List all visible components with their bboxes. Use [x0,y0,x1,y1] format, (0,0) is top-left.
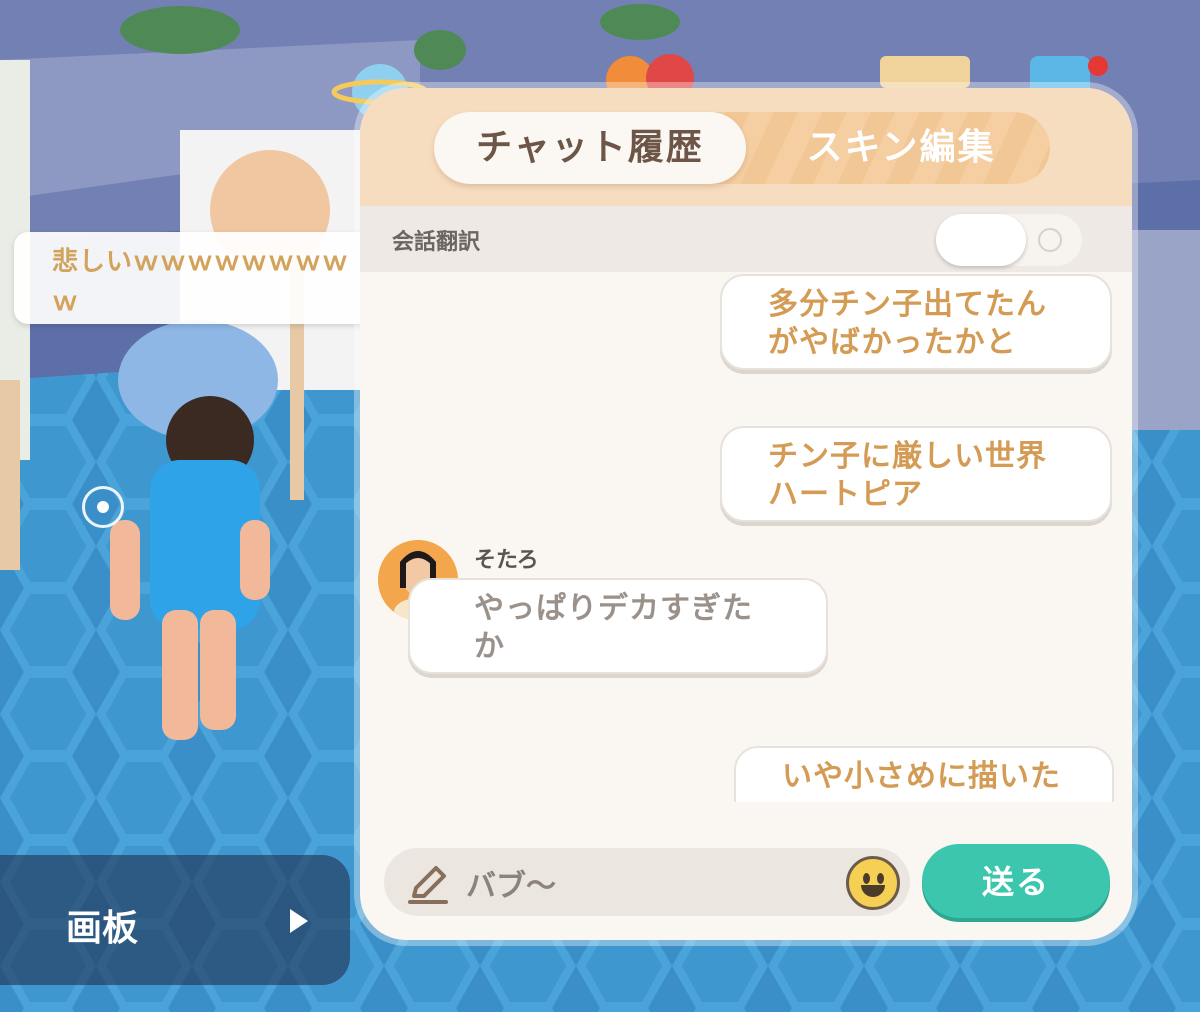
message-text: チン子に厳しい世界 ハートピア [768,439,1047,512]
message-text: やっぱりデカすぎた か [474,591,753,664]
tab-skin-edit[interactable]: スキン編集 [752,112,1050,184]
message-bubble-mine: いや小さめに描いた [734,746,1114,802]
tab-switcher: チャット履歴 スキン編集 [434,112,1050,184]
emoji-icon[interactable] [846,856,900,910]
message-text: いや小さめに描いた [782,759,1061,794]
toggle-knob [936,214,1026,266]
tab-bar: チャット履歴 スキン編集 [360,88,1132,206]
message-text: 多分チン子出てたん がやばかったかと [768,287,1047,360]
chat-panel: チャット履歴 スキン編集 会話翻訳 多分チン子出てたん がやばかったかと チン子… [360,88,1132,940]
message-bubble-mine: チン子に厳しい世界 ハートピア [720,426,1112,522]
canvas-panel-label: 画板 [66,908,139,949]
message-bubble-theirs: やっぱりデカすぎた か [408,578,828,674]
play-arrow-icon [290,909,308,933]
translation-row: 会話翻訳 [360,206,1132,272]
canvas-panel-button[interactable]: 画板 [0,855,350,985]
translation-toggle[interactable] [936,214,1082,266]
pencil-icon [408,866,448,904]
toggle-off-indicator [1038,228,1062,252]
world-speech-text: 悲しいｗｗｗｗｗｗｗｗｗ [52,247,350,317]
message-list[interactable]: 多分チン子出てたん がやばかったかと チン子に厳しい世界 ハートピア そたろ や… [360,272,1132,802]
tab-chat-history[interactable]: チャット履歴 [434,112,746,184]
send-button[interactable]: 送る [922,844,1110,918]
message-input-row [384,848,910,916]
world-speech-bubble: 悲しいｗｗｗｗｗｗｗｗｗ [14,232,374,324]
message-input[interactable] [464,858,828,908]
message-bubble-mine: 多分チン子出てたん がやばかったかと [720,274,1112,370]
sender-name: そたろ [474,548,539,573]
translation-label: 会話翻訳 [392,230,481,255]
target-icon[interactable] [82,486,124,528]
